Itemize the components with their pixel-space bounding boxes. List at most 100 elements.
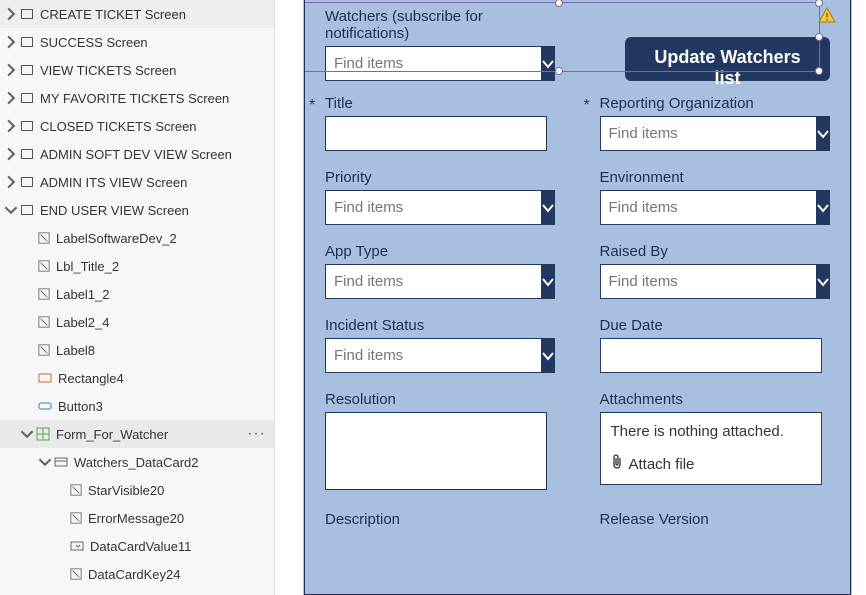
- field-description: Description: [325, 511, 556, 532]
- attachments-empty-text: There is nothing attached.: [611, 423, 811, 440]
- tree-item-label[interactable]: Label1_2: [0, 280, 274, 308]
- attachments-box[interactable]: There is nothing attached. Attach file: [600, 412, 822, 485]
- screen-icon: [20, 203, 34, 217]
- environment-label: Environment: [600, 169, 831, 186]
- field-title: * Title: [325, 95, 556, 151]
- tree-item-datacardvalue[interactable]: DataCardValue11: [0, 532, 274, 560]
- tree-item-datacardkey[interactable]: DataCardKey24: [0, 560, 274, 588]
- chevron-down-icon[interactable]: [816, 264, 830, 299]
- tree-panel[interactable]: CREATE TICKET Screen SUCCESS Screen VIEW…: [0, 0, 275, 595]
- field-priority: Priority: [325, 169, 556, 225]
- attach-file-label: Attach file: [629, 456, 695, 473]
- chevron-down-icon[interactable]: [541, 338, 555, 373]
- field-incident-status: Incident Status: [325, 317, 556, 373]
- attach-file-button[interactable]: Attach file: [611, 454, 811, 474]
- required-icon: *: [309, 97, 315, 115]
- form-for-watcher[interactable]: Watchers (subscribe for notifications): [304, 0, 851, 595]
- chevron-down-icon[interactable]: [816, 190, 830, 225]
- tree-item-label[interactable]: Lbl_Title_2: [0, 252, 274, 280]
- tree-label: ADMIN ITS VIEW Screen: [40, 175, 187, 190]
- tree-item-button[interactable]: Button3: [0, 392, 274, 420]
- resolution-input[interactable]: [325, 412, 547, 490]
- incident-status-label: Incident Status: [325, 317, 556, 334]
- label-icon: [38, 260, 50, 272]
- raised-by-combobox[interactable]: [600, 264, 822, 299]
- app-type-combobox[interactable]: [325, 264, 547, 299]
- priority-combobox[interactable]: [325, 190, 547, 225]
- tree-label: Form_For_Watcher: [56, 427, 168, 442]
- screen-icon: [20, 35, 34, 49]
- tree-item-watchers-datacard[interactable]: Watchers_DataCard2: [0, 448, 274, 476]
- app-type-input[interactable]: [325, 264, 541, 299]
- screen-icon: [20, 119, 34, 133]
- tree-item-admin-its[interactable]: ADMIN ITS VIEW Screen: [0, 168, 274, 196]
- chevron-right-icon: [4, 7, 18, 21]
- due-date-input[interactable]: [600, 338, 822, 373]
- tree-label: Label1_2: [56, 287, 110, 302]
- update-watchers-button[interactable]: Update Watchers list: [625, 37, 830, 81]
- tree-item-starvisible[interactable]: StarVisible20: [0, 476, 274, 504]
- tree-item-admin-soft-dev[interactable]: ADMIN SOFT DEV VIEW Screen: [0, 140, 274, 168]
- label-icon: [70, 568, 82, 580]
- tree-label: Lbl_Title_2: [56, 259, 119, 274]
- priority-input[interactable]: [325, 190, 541, 225]
- field-resolution: Resolution: [325, 391, 556, 493]
- environment-input[interactable]: [600, 190, 816, 225]
- chevron-right-icon: [4, 175, 18, 189]
- chevron-down-icon[interactable]: [541, 190, 555, 225]
- chevron-down-icon[interactable]: [541, 46, 555, 81]
- raised-by-input[interactable]: [600, 264, 816, 299]
- combobox-icon: [70, 539, 84, 553]
- incident-status-input[interactable]: [325, 338, 541, 373]
- due-date-label: Due Date: [600, 317, 831, 334]
- chevron-right-icon: [4, 147, 18, 161]
- tree-label: Label2_4: [56, 315, 110, 330]
- tree-item-errormessage[interactable]: ErrorMessage20: [0, 504, 274, 532]
- chevron-right-icon: [4, 63, 18, 77]
- field-attachments: Attachments There is nothing attached. A…: [600, 391, 831, 493]
- field-reporting-org: * Reporting Organization: [600, 95, 831, 151]
- tree-item-closed-tickets[interactable]: CLOSED TICKETS Screen: [0, 112, 274, 140]
- environment-combobox[interactable]: [600, 190, 822, 225]
- design-canvas[interactable]: Watchers (subscribe for notifications): [303, 0, 852, 595]
- field-environment: Environment: [600, 169, 831, 225]
- incident-status-combobox[interactable]: [325, 338, 547, 373]
- app-type-label: App Type: [325, 243, 556, 260]
- title-input[interactable]: [325, 116, 547, 151]
- label-icon: [38, 316, 50, 328]
- watchers-datacard[interactable]: Watchers (subscribe for notifications): [325, 8, 565, 81]
- tree-item-label[interactable]: Label2_4: [0, 308, 274, 336]
- tree-label: END USER VIEW Screen: [40, 203, 189, 218]
- chevron-down-icon: [20, 427, 34, 441]
- watchers-combobox[interactable]: [325, 46, 547, 81]
- rectangle-icon: [38, 371, 52, 385]
- tree-label: DataCardKey24: [88, 567, 181, 582]
- tree-item-rectangle[interactable]: Rectangle4: [0, 364, 274, 392]
- raised-by-label: Raised By: [600, 243, 831, 260]
- tree-item-favorite-tickets[interactable]: MY FAVORITE TICKETS Screen: [0, 84, 274, 112]
- tree-item-create-ticket[interactable]: CREATE TICKET Screen: [0, 0, 274, 28]
- field-app-type: App Type: [325, 243, 556, 299]
- chevron-down-icon[interactable]: [816, 116, 830, 151]
- reporting-org-combobox[interactable]: [600, 116, 822, 151]
- label-icon: [38, 288, 50, 300]
- tree-label: MY FAVORITE TICKETS Screen: [40, 91, 229, 106]
- card-icon: [54, 455, 68, 469]
- tree-item-label[interactable]: LabelSoftwareDev_2: [0, 224, 274, 252]
- required-icon: *: [584, 97, 590, 115]
- tree-item-view-tickets[interactable]: VIEW TICKETS Screen: [0, 56, 274, 84]
- tree-item-success[interactable]: SUCCESS Screen: [0, 28, 274, 56]
- tree-item-form-for-watcher[interactable]: Form_For_Watcher ···: [0, 420, 274, 448]
- tree-label: ErrorMessage20: [88, 511, 184, 526]
- chevron-down-icon[interactable]: [541, 264, 555, 299]
- priority-label: Priority: [325, 169, 556, 186]
- tree-item-end-user-view[interactable]: END USER VIEW Screen: [0, 196, 274, 224]
- reporting-org-input[interactable]: [600, 116, 816, 151]
- tree-label: Rectangle4: [58, 371, 124, 386]
- tree-item-label[interactable]: Label8: [0, 336, 274, 364]
- watchers-input[interactable]: [325, 46, 541, 81]
- more-icon[interactable]: ···: [247, 425, 266, 443]
- tree-label: CREATE TICKET Screen: [40, 7, 186, 22]
- tree-label: CLOSED TICKETS Screen: [40, 119, 197, 134]
- chevron-right-icon: [4, 91, 18, 105]
